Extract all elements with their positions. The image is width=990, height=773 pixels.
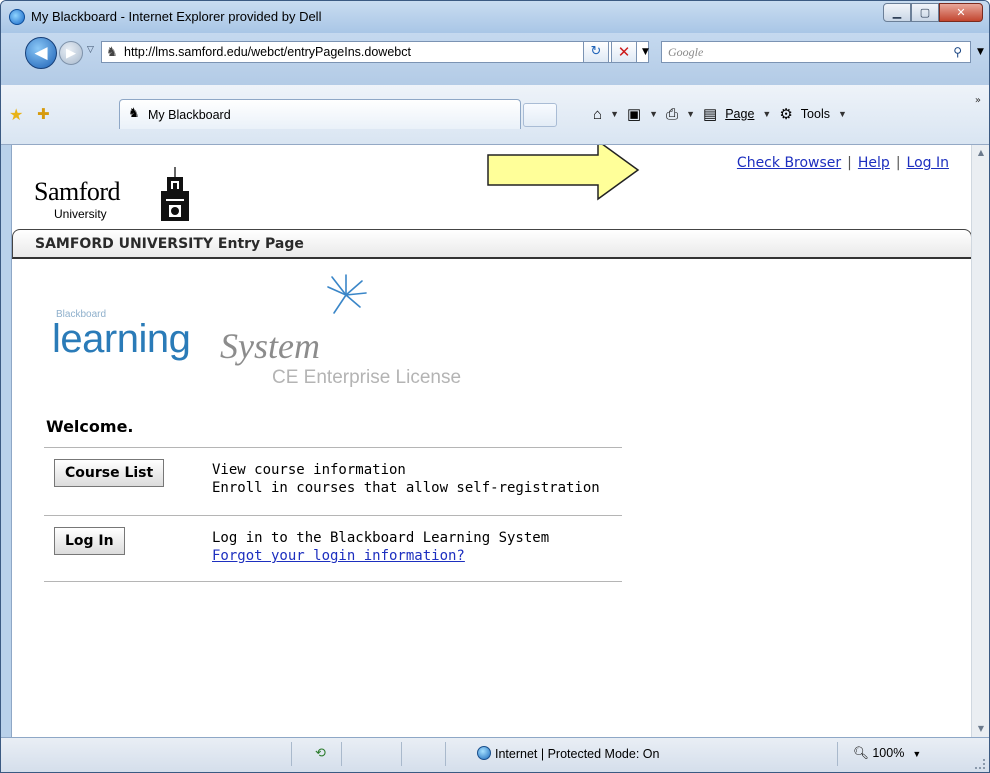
add-favorites-icon[interactable]: ✚ bbox=[37, 105, 50, 123]
zoom-level: 100% bbox=[872, 746, 905, 760]
tab-label: My Blackboard bbox=[148, 108, 231, 122]
stop-button[interactable]: ✕ bbox=[611, 41, 637, 63]
browser-window: My Blackboard - Internet Explorer provid… bbox=[0, 0, 990, 773]
entry-page-title: SAMFORD UNIVERSITY Entry Page bbox=[35, 236, 304, 252]
security-zone[interactable]: Internet | Protected Mode: On bbox=[477, 746, 659, 761]
logo-name: Samford bbox=[34, 177, 121, 206]
security-zone-text: Internet | Protected Mode: On bbox=[495, 747, 660, 761]
callout-arrow bbox=[487, 145, 640, 201]
feeds-dropdown-icon[interactable]: ▼ bbox=[649, 109, 658, 119]
minimize-button[interactable]: ▁ bbox=[883, 3, 911, 22]
link-separator: | bbox=[895, 155, 901, 171]
print-dropdown-icon[interactable]: ▼ bbox=[686, 109, 695, 119]
tab-favicon-icon: ♞ bbox=[128, 106, 140, 121]
tools-dropdown-icon[interactable]: ▼ bbox=[838, 109, 847, 119]
maximize-button[interactable]: ▢ bbox=[911, 3, 939, 22]
course-list-description: View course information Enroll in course… bbox=[212, 461, 600, 497]
close-window-button[interactable]: ✕ bbox=[939, 3, 983, 22]
more-commands-chevron-icon[interactable]: » bbox=[975, 95, 981, 106]
link-separator: | bbox=[847, 155, 852, 171]
page-status-icon: ⟲ bbox=[315, 746, 326, 761]
address-dropdown-icon[interactable]: ▼ bbox=[642, 47, 649, 57]
command-tools: ⌂ ▼ ▣ ▼ ⎙ ▼ ▤ Page ▼ ⚙ Tools ▼ bbox=[593, 105, 847, 124]
log-in-line1: Log in to the Blackboard Learning System bbox=[212, 530, 550, 546]
refresh-button[interactable]: ↻ bbox=[583, 41, 609, 63]
zoom-control[interactable]: 🔍︎ 100% ▼ bbox=[853, 746, 921, 761]
resize-grip-icon[interactable] bbox=[975, 759, 985, 769]
page-dropdown-icon[interactable]: ▼ bbox=[762, 109, 771, 119]
window-title: My Blackboard - Internet Explorer provid… bbox=[31, 9, 322, 24]
recent-pages-dropdown-icon[interactable]: ▽ bbox=[87, 45, 94, 55]
page-viewport: Samford University Check Browser | Help | Lo… bbox=[11, 145, 971, 737]
search-input[interactable]: Google ⚲ bbox=[661, 41, 971, 63]
favorites-star-icon[interactable]: ★ bbox=[9, 105, 23, 124]
site-favicon-icon: ♞ bbox=[106, 45, 118, 60]
logo-subtitle: University bbox=[54, 207, 107, 221]
divider bbox=[44, 581, 622, 582]
forward-button[interactable]: ▶ bbox=[59, 41, 83, 65]
scroll-down-arrow-icon[interactable]: ▼ bbox=[972, 721, 989, 737]
course-list-line2: Enroll in courses that allow self-regist… bbox=[212, 480, 600, 496]
back-button[interactable]: ◀ bbox=[25, 37, 57, 69]
forgot-login-link[interactable]: Forgot your login information? bbox=[212, 548, 465, 564]
status-divider bbox=[401, 742, 402, 766]
zoom-icon: 🔍︎ bbox=[853, 746, 869, 760]
welcome-heading: Welcome. bbox=[46, 417, 134, 436]
divider bbox=[44, 447, 622, 448]
help-link[interactable]: Help bbox=[858, 155, 890, 171]
navigation-bar: ◀ ▶ ▽ ♞ http://lms.samford.edu/webct/ent… bbox=[1, 33, 989, 85]
course-list-button[interactable]: Course List bbox=[54, 459, 165, 487]
tools-gear-icon: ⚙ bbox=[779, 106, 793, 123]
status-bar: ⟲ Internet | Protected Mode: On 🔍︎ 100% ▼ bbox=[1, 737, 989, 772]
samford-logo: Samford University bbox=[34, 155, 194, 225]
page-icon: ▤ bbox=[703, 106, 718, 123]
print-icon[interactable]: ⎙ bbox=[666, 106, 678, 123]
globe-icon bbox=[477, 746, 491, 760]
tab-my-blackboard[interactable]: ♞ My Blackboard bbox=[119, 99, 521, 129]
window-controls: ▁ ▢ ✕ bbox=[883, 3, 983, 22]
search-options-dropdown-icon[interactable]: ▼ bbox=[977, 47, 984, 57]
new-tab-button[interactable] bbox=[523, 103, 557, 127]
search-icon[interactable]: ⚲ bbox=[953, 45, 962, 59]
command-bar: ★ ✚ ♞ My Blackboard ⌂ ▼ ▣ ▼ ⎙ ▼ ▤ Page ▼ ⚙ Too… bbox=[1, 85, 989, 145]
tower-icon bbox=[161, 167, 189, 221]
status-divider bbox=[291, 742, 292, 766]
title-bar: My Blackboard - Internet Explorer provid… bbox=[1, 1, 989, 33]
logo-learning-text: learning bbox=[52, 317, 191, 361]
entry-page-bar: SAMFORD UNIVERSITY Entry Page bbox=[12, 229, 971, 259]
scroll-up-arrow-icon[interactable]: ▲ bbox=[972, 145, 989, 161]
search-placeholder: Google bbox=[668, 45, 704, 59]
starburst-icon bbox=[327, 274, 367, 314]
header-links: Check Browser | Help | Log In bbox=[737, 155, 949, 171]
tools-menu[interactable]: Tools bbox=[801, 107, 830, 121]
logo-license-text: CE Enterprise License bbox=[272, 367, 462, 388]
zoom-dropdown-icon[interactable]: ▼ bbox=[912, 749, 921, 759]
divider bbox=[44, 515, 622, 516]
home-dropdown-icon[interactable]: ▼ bbox=[610, 109, 619, 119]
status-divider bbox=[341, 742, 342, 766]
home-icon[interactable]: ⌂ bbox=[593, 106, 602, 123]
internet-explorer-icon bbox=[9, 9, 25, 25]
check-browser-link[interactable]: Check Browser bbox=[737, 155, 841, 171]
page-menu[interactable]: Page bbox=[725, 107, 754, 121]
log-in-button[interactable]: Log In bbox=[54, 527, 125, 555]
blackboard-learning-system-logo: Blackboard learning System CE Enterprise… bbox=[44, 273, 504, 388]
course-list-line1: View course information bbox=[212, 462, 406, 478]
address-bar[interactable]: ♞ http://lms.samford.edu/webct/entryPage… bbox=[101, 41, 649, 63]
status-divider bbox=[445, 742, 446, 766]
log-in-link[interactable]: Log In bbox=[907, 155, 949, 171]
status-divider bbox=[837, 742, 838, 766]
logo-system-text: System bbox=[220, 326, 320, 366]
log-in-description: Log in to the Blackboard Learning System… bbox=[212, 529, 549, 565]
address-url[interactable]: http://lms.samford.edu/webct/entryPageIn… bbox=[124, 45, 411, 59]
feeds-icon[interactable]: ▣ bbox=[627, 105, 641, 123]
vertical-scrollbar[interactable]: ▲ ▼ bbox=[971, 145, 989, 737]
